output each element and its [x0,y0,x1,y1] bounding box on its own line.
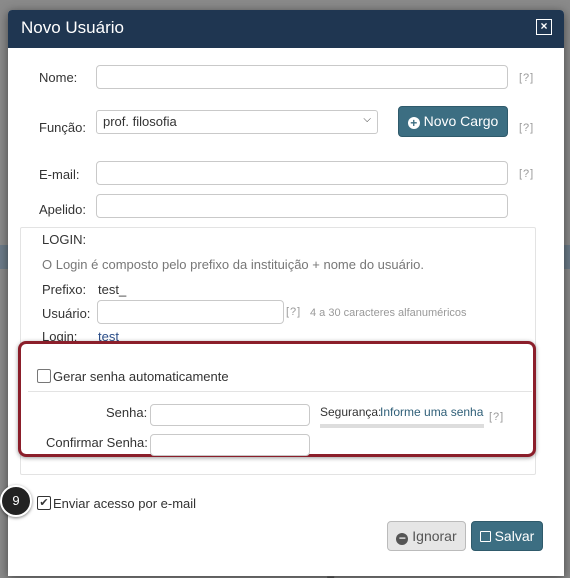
chevron-down-icon: ⌵ [363,114,371,125]
nome-input[interactable] [96,65,508,89]
email-help-icon[interactable]: [?] [519,168,534,180]
nome-label: Nome: [39,70,78,85]
usuario-help-icon[interactable]: [?] [286,306,301,318]
funcao-help-icon[interactable]: [?] [519,122,534,134]
confirmar-senha-input[interactable] [150,434,310,456]
funcao-label: Função: [39,120,86,135]
save-icon [479,531,491,542]
send-email-label: Enviar acesso por e-mail [53,496,197,511]
salvar-label: Salvar [494,528,535,544]
auto-password-label: Gerar senha automaticamente [53,369,229,384]
funcao-selected-value: prof. filosofia [103,114,177,129]
send-email-checkbox[interactable]: ✔ [37,496,51,510]
prefixo-value: test_ [98,282,127,297]
senha-input[interactable] [150,404,310,426]
prefixo-label: Prefixo: [42,282,87,297]
password-strength-bar [320,424,484,428]
apelido-label: Apelido: [39,202,86,217]
ignorar-button[interactable]: − Ignorar [387,521,466,551]
novo-cargo-label: Novo Cargo [423,113,499,129]
plus-circle-icon: + [407,117,420,129]
close-icon[interactable]: × [536,19,552,35]
auto-password-checkbox[interactable] [37,369,51,383]
minus-circle-icon: − [396,532,409,545]
login-legend: LOGIN: [40,232,89,247]
ignorar-label: Ignorar [412,528,457,544]
email-label: E-mail: [39,167,80,182]
senha-help-icon[interactable]: [?] [489,411,504,423]
novo-cargo-button[interactable]: + Novo Cargo [398,106,508,137]
usuario-label: Usuário: [42,306,91,321]
nome-help-icon[interactable]: [?] [519,72,534,84]
apelido-input[interactable] [96,194,508,218]
email-input[interactable] [96,161,508,185]
password-divider [28,391,532,392]
modal-title: Novo Usuário [21,18,124,37]
usuario-hint: 4 a 30 caracteres alfanuméricos [310,307,467,319]
step-number-badge: 9 [0,485,32,517]
usuario-input[interactable] [97,300,284,324]
login-note: O Login é composto pelo prefixo da insti… [42,257,424,272]
seguranca-label: Segurança: [320,405,382,419]
seguranca-value: Informe uma senha [380,405,484,419]
confirmar-senha-label: Confirmar Senha: [46,435,148,450]
salvar-button[interactable]: Salvar [471,521,543,551]
modal-header: Novo Usuário × [8,10,564,48]
funcao-select[interactable]: prof. filosofia ⌵ [96,110,378,134]
senha-label: Senha: [106,405,148,420]
